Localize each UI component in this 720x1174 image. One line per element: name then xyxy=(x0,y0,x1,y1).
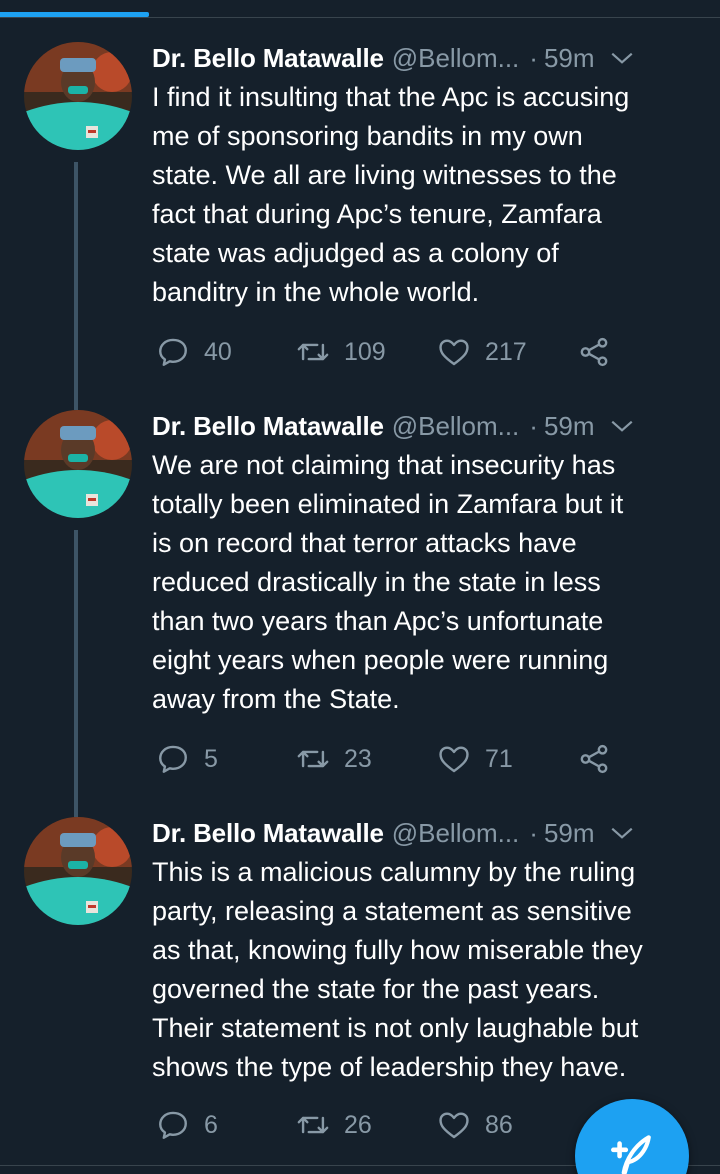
tab-divider xyxy=(0,17,720,18)
share-button[interactable] xyxy=(577,739,611,779)
avatar-photo xyxy=(24,817,132,925)
like-count: 86 xyxy=(485,1110,513,1139)
separator-dot: · xyxy=(529,410,538,441)
reply-icon xyxy=(159,1111,187,1139)
tweet-text: This is a malicious calumny by the rulin… xyxy=(152,857,643,1082)
avatar-photo xyxy=(24,42,132,150)
separator-dot: · xyxy=(529,817,538,848)
reply-button[interactable]: 40 xyxy=(156,332,232,372)
separator-dot: · xyxy=(529,42,538,73)
avatar[interactable] xyxy=(24,817,132,925)
reply-button[interactable]: 5 xyxy=(156,739,218,779)
like-count: 71 xyxy=(485,744,513,773)
share-icon xyxy=(580,744,608,774)
compose-tweet-icon xyxy=(611,1135,651,1174)
author-handle[interactable]: @Bellom... xyxy=(392,411,520,442)
tweet-text: We are not claiming that insecurity has … xyxy=(152,450,624,714)
timestamp[interactable]: 59m xyxy=(544,411,595,442)
author-name[interactable]: Dr. Bello Matawalle xyxy=(152,411,384,442)
chevron-down-icon[interactable] xyxy=(609,45,635,71)
author-handle[interactable]: @Bellom... xyxy=(392,818,520,849)
retweet-count: 109 xyxy=(344,337,386,366)
like-icon xyxy=(439,1112,469,1139)
avatar[interactable] xyxy=(24,42,132,150)
avatar[interactable] xyxy=(24,410,132,518)
timestamp[interactable]: 59m xyxy=(544,818,595,849)
like-count: 217 xyxy=(485,337,527,366)
retweet-count: 23 xyxy=(344,744,372,773)
author-name[interactable]: Dr. Bello Matawalle xyxy=(152,43,384,74)
retweet-count: 26 xyxy=(344,1110,372,1139)
avatar-photo xyxy=(24,410,132,518)
reply-count: 5 xyxy=(204,744,218,773)
retweet-button[interactable]: 26 xyxy=(296,1105,372,1145)
retweet-button[interactable]: 109 xyxy=(296,332,386,372)
like-icon xyxy=(439,339,469,366)
timestamp[interactable]: 59m xyxy=(544,43,595,74)
share-button[interactable] xyxy=(577,332,611,372)
like-button[interactable]: 71 xyxy=(437,739,513,779)
reply-button[interactable]: 6 xyxy=(156,1105,218,1145)
author-handle[interactable]: @Bellom... xyxy=(392,43,520,74)
retweet-button[interactable]: 23 xyxy=(296,739,372,779)
chevron-down-icon[interactable] xyxy=(609,820,635,846)
retweet-icon xyxy=(297,343,329,361)
share-icon xyxy=(580,337,608,367)
reply-count: 40 xyxy=(204,337,232,366)
like-button[interactable]: 217 xyxy=(437,332,527,372)
like-icon xyxy=(439,746,469,773)
thread-line xyxy=(74,162,78,410)
like-button[interactable]: 86 xyxy=(437,1105,513,1145)
author-name[interactable]: Dr. Bello Matawalle xyxy=(152,818,384,849)
tweet-text: I find it insulting that the Apc is accu… xyxy=(152,82,630,307)
reply-icon xyxy=(159,338,187,366)
reply-icon xyxy=(159,745,187,773)
retweet-icon xyxy=(297,1116,329,1134)
retweet-icon xyxy=(297,750,329,768)
reply-count: 6 xyxy=(204,1110,218,1139)
chevron-down-icon[interactable] xyxy=(609,413,635,439)
